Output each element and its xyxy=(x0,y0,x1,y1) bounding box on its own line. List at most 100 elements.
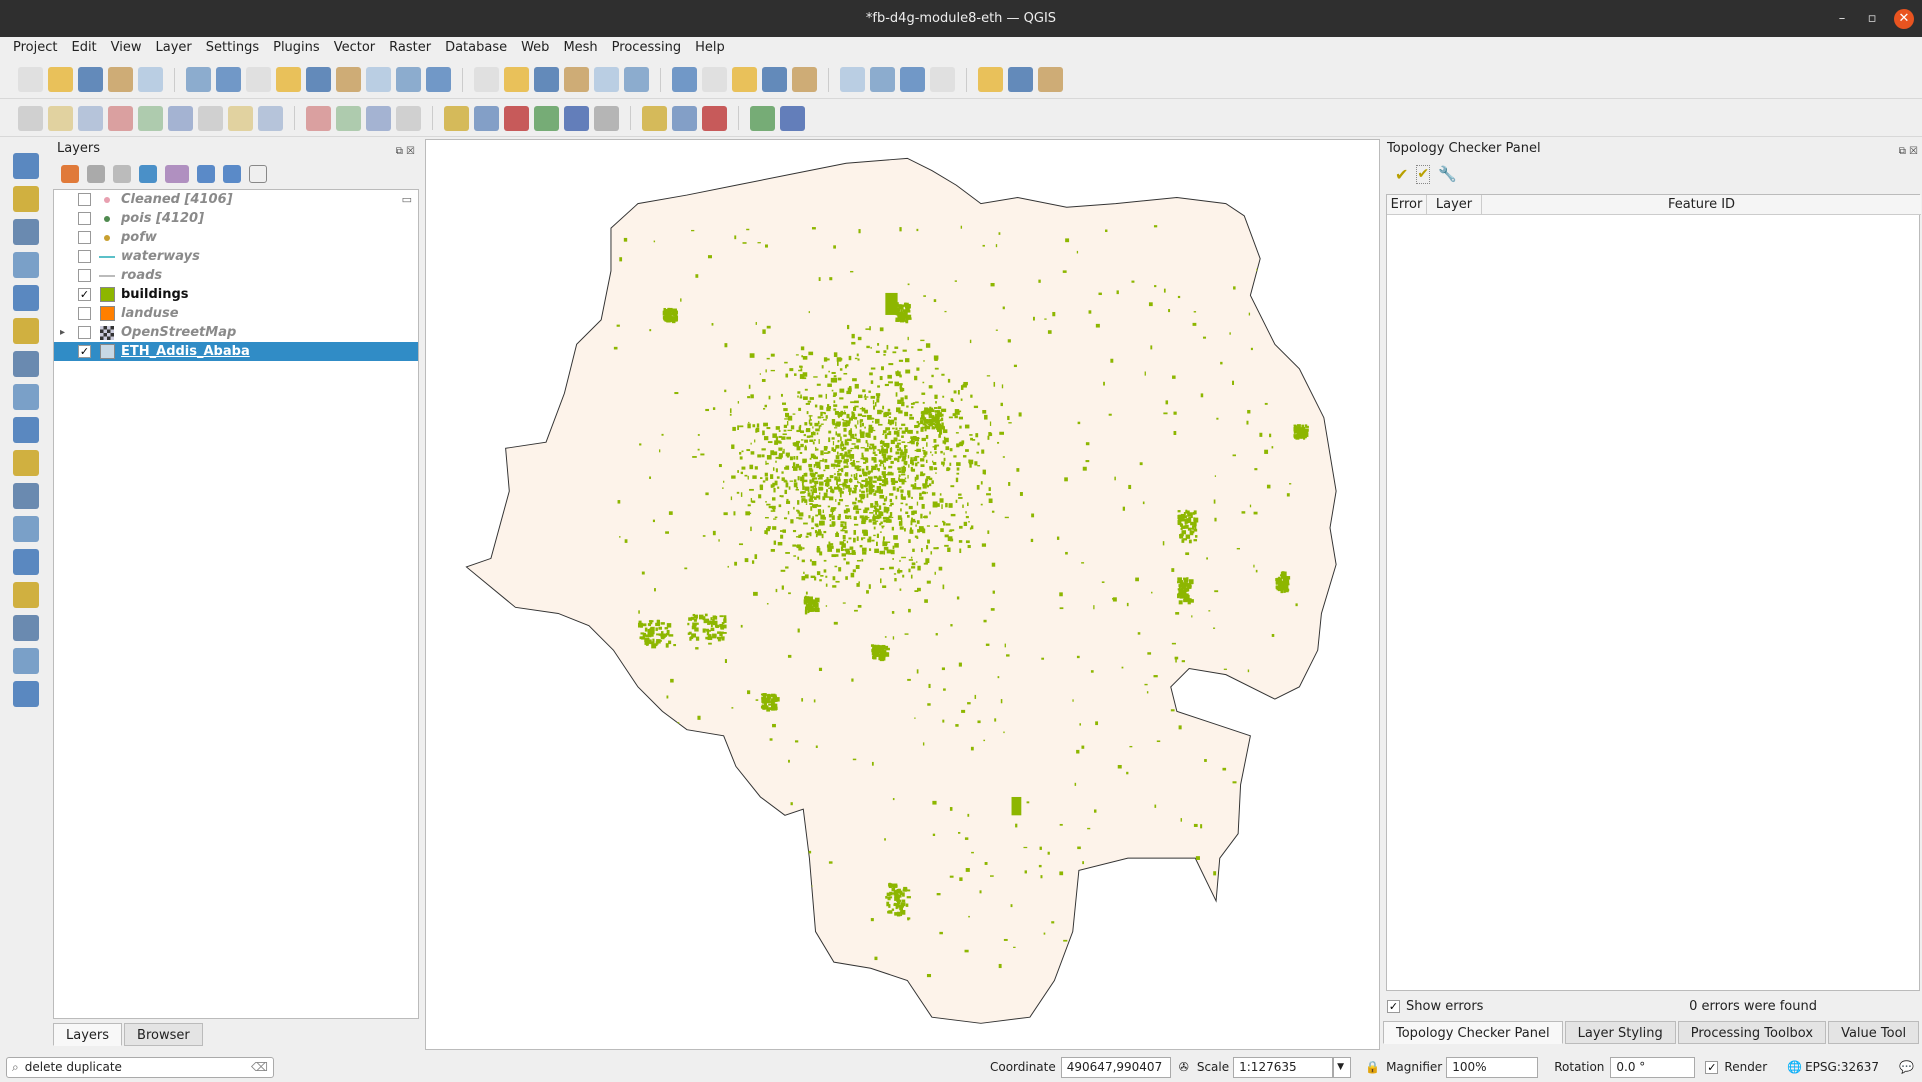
layer-visibility-checkbox[interactable]: ✓ xyxy=(78,288,91,301)
panel-float-close-icons[interactable]: ⧉ ☒ xyxy=(1899,142,1918,162)
delete-icon[interactable] xyxy=(168,105,193,131)
pan-to-selection-icon[interactable] xyxy=(246,67,271,92)
expand-arrow-icon[interactable]: ▸ xyxy=(60,327,65,338)
toggle-editing-icon[interactable] xyxy=(48,105,73,131)
zoom-selection-icon[interactable] xyxy=(366,67,391,92)
zoom-in-icon[interactable] xyxy=(276,67,301,92)
menu-database[interactable]: Database xyxy=(438,37,514,59)
menu-project[interactable]: Project xyxy=(6,37,64,59)
menu-processing[interactable]: Processing xyxy=(605,37,688,59)
validate-all-icon[interactable]: ✔ xyxy=(1395,165,1408,184)
rotate-label-icon[interactable] xyxy=(534,105,559,131)
menu-plugins[interactable]: Plugins xyxy=(266,37,327,59)
layer-diagram-icon[interactable] xyxy=(396,105,421,131)
pin-label-icon[interactable] xyxy=(444,105,469,131)
add-group-icon[interactable] xyxy=(87,165,105,183)
render-checkbox[interactable]: ✓ xyxy=(1705,1060,1719,1074)
annotation-icon[interactable] xyxy=(978,67,1003,92)
menu-settings[interactable]: Settings xyxy=(199,37,266,59)
new-raster-icon[interactable] xyxy=(13,384,39,410)
undo-icon[interactable] xyxy=(306,105,331,131)
clear-search-icon[interactable]: ⌫ xyxy=(251,1058,268,1077)
measure-icon[interactable] xyxy=(900,67,925,92)
open-project-icon[interactable] xyxy=(48,67,73,92)
zoom-full-icon[interactable] xyxy=(336,67,361,92)
new-project-icon[interactable] xyxy=(18,67,43,92)
menu-vector[interactable]: Vector xyxy=(327,37,382,59)
zoom-next-icon[interactable] xyxy=(504,67,529,92)
layer-visibility-checkbox[interactable] xyxy=(78,307,91,320)
tab-processing-toolbox[interactable]: Processing Toolbox xyxy=(1677,1021,1827,1044)
column-layer[interactable]: Layer xyxy=(1427,195,1482,215)
validate-extent-icon[interactable]: ✔ xyxy=(1416,165,1431,184)
show-label-icon[interactable] xyxy=(474,105,499,131)
add-feature-icon[interactable] xyxy=(108,105,133,131)
cut-icon[interactable] xyxy=(198,105,223,131)
scale-field[interactable]: 1:127635 xyxy=(1233,1056,1334,1078)
tab-topology-checker[interactable]: Topology Checker Panel xyxy=(1383,1021,1563,1044)
show-errors-checkbox[interactable]: ✓ xyxy=(1387,1000,1400,1013)
layer-visibility-checkbox[interactable] xyxy=(78,326,91,339)
new-map-view-icon[interactable] xyxy=(534,67,559,92)
layer-item[interactable]: pofw xyxy=(54,228,418,247)
layer-visibility-checkbox[interactable] xyxy=(78,231,91,244)
close-button[interactable]: ✕ xyxy=(1894,9,1914,29)
messages-icon[interactable]: 💬 xyxy=(1899,1060,1914,1074)
menu-edit[interactable]: Edit xyxy=(64,37,103,59)
style-manager-icon[interactable] xyxy=(61,165,79,183)
tab-layer-styling[interactable]: Layer Styling xyxy=(1564,1021,1676,1044)
rotation-field[interactable]: 0.0 ° xyxy=(1610,1056,1696,1078)
layer-item[interactable]: ✓ buildings xyxy=(54,285,418,304)
crs-button[interactable]: EPSG:32637 xyxy=(1805,1060,1879,1074)
layer-visibility-checkbox[interactable] xyxy=(78,212,91,225)
map-canvas[interactable] xyxy=(425,139,1380,1050)
paste-icon[interactable] xyxy=(258,105,283,131)
visibility-icon[interactable] xyxy=(113,165,131,183)
remove-layer-icon[interactable] xyxy=(249,165,267,183)
redo-icon[interactable] xyxy=(336,105,361,131)
locator-search-input[interactable]: delete duplicate xyxy=(25,1058,122,1077)
tab-value-tool[interactable]: Value Tool xyxy=(1828,1021,1920,1044)
quickosm-icon[interactable] xyxy=(594,105,619,131)
menu-web[interactable]: Web xyxy=(514,37,556,59)
new-shapefile-icon[interactable] xyxy=(13,483,39,509)
minimize-button[interactable]: – xyxy=(1832,9,1852,29)
processing-icon[interactable] xyxy=(840,67,865,92)
locator-search[interactable]: ⌕ delete duplicate ⌫ xyxy=(6,1056,274,1078)
new-mesh-icon[interactable] xyxy=(13,417,39,443)
tab-browser[interactable]: Browser xyxy=(124,1023,203,1046)
refresh-icon[interactable] xyxy=(702,67,727,92)
expression-filter-icon[interactable] xyxy=(165,165,189,183)
map-tips-icon[interactable] xyxy=(930,67,955,92)
layer-item[interactable]: ▸ OpenStreetMap xyxy=(54,323,418,342)
menu-mesh[interactable]: Mesh xyxy=(556,37,604,59)
panel-float-close-icons[interactable]: ⧉ ☒ xyxy=(396,142,415,162)
print-layout-icon[interactable] xyxy=(138,67,163,92)
add-vector-icon[interactable] xyxy=(13,219,39,245)
new-bookmark-icon[interactable] xyxy=(594,67,619,92)
add-layers-icon[interactable] xyxy=(13,153,39,179)
add-mesh-icon[interactable] xyxy=(13,285,39,311)
change-label-icon[interactable] xyxy=(564,105,589,131)
style-manager-icon[interactable] xyxy=(186,67,211,92)
new-geopackage-icon[interactable] xyxy=(13,516,39,542)
vertex-tool-icon[interactable] xyxy=(138,105,163,131)
info-icon[interactable] xyxy=(702,105,727,131)
layer-visibility-checkbox[interactable] xyxy=(78,193,91,206)
magnifier-field[interactable]: 100% xyxy=(1446,1056,1539,1078)
add-wms-icon[interactable] xyxy=(13,582,39,608)
new-3d-view-icon[interactable] xyxy=(564,67,589,92)
add-arcgis-icon[interactable] xyxy=(13,681,39,707)
temporal-icon[interactable] xyxy=(672,67,697,92)
georef-icon[interactable] xyxy=(750,105,775,131)
column-error[interactable]: Error xyxy=(1387,195,1427,215)
menu-view[interactable]: View xyxy=(104,37,149,59)
zoom-layer-icon[interactable] xyxy=(396,67,421,92)
menu-raster[interactable]: Raster xyxy=(382,37,438,59)
move-label-icon[interactable] xyxy=(504,105,529,131)
configure-rules-icon[interactable]: 🔧 xyxy=(1438,165,1457,184)
new-temp-icon[interactable] xyxy=(13,450,39,476)
add-virtual-icon[interactable] xyxy=(13,318,39,344)
copy-icon[interactable] xyxy=(228,105,253,131)
zoom-out-icon[interactable] xyxy=(306,67,331,92)
